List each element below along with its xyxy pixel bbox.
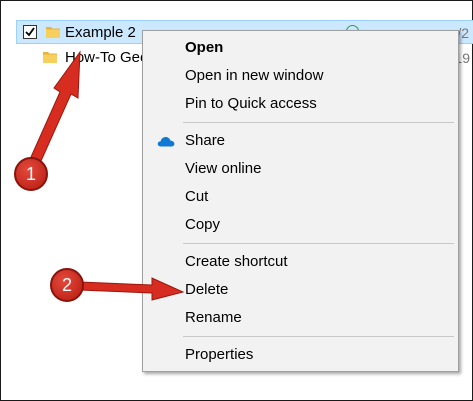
annotation-badge-2: 2 [50,268,84,302]
annotation-badge-1: 1 [14,157,48,191]
arrow-1-icon [30,50,81,162]
arrow-2-icon [79,277,185,301]
annotation-arrows [30,50,185,301]
